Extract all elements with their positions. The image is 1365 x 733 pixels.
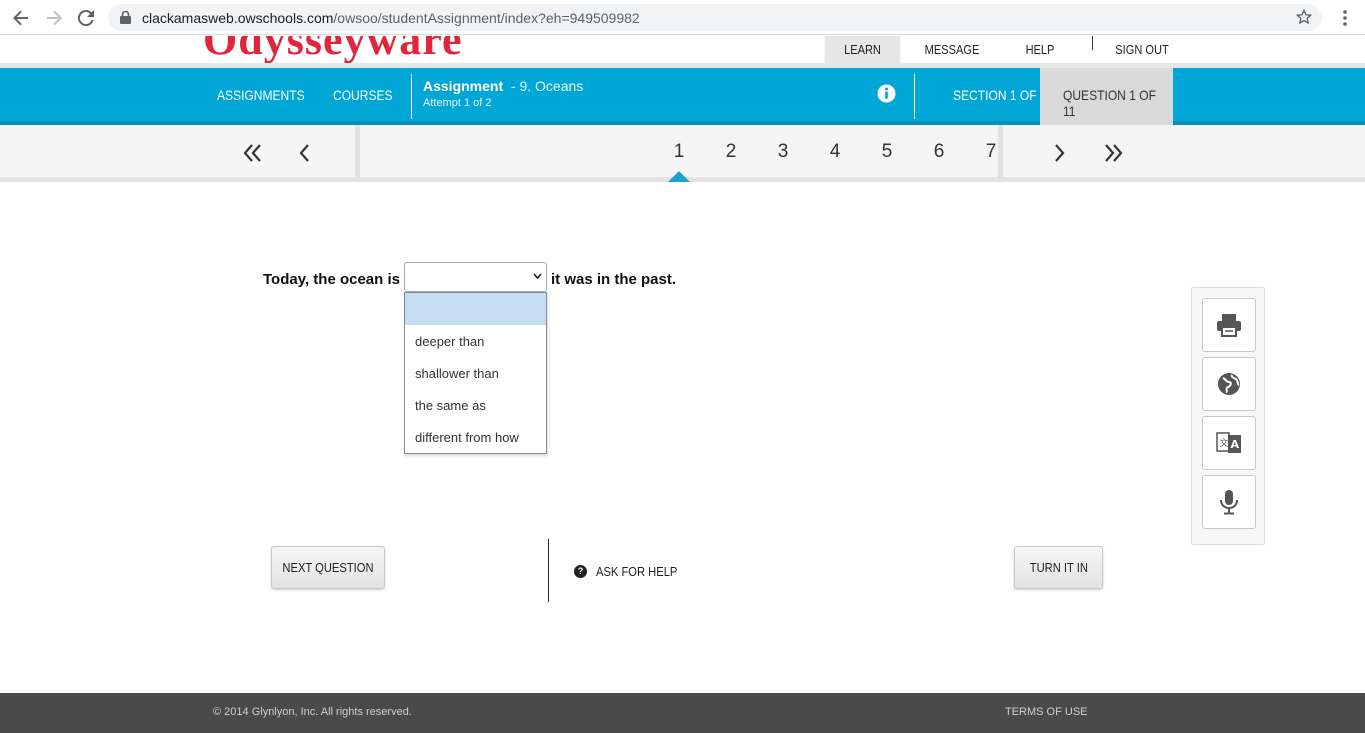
tools-panel: 文A (1191, 287, 1265, 545)
info-icon[interactable] (877, 84, 896, 108)
section-indicator: SECTION 1 OF 1 (953, 87, 1047, 103)
page-3[interactable]: 3 (768, 141, 798, 163)
globe-icon[interactable] (1202, 357, 1256, 411)
back-arrow-icon[interactable] (9, 6, 33, 30)
footer: © 2014 Glynlyon, Inc. All rights reserve… (0, 693, 1365, 733)
page-1[interactable]: 1 (664, 141, 694, 163)
turn-it-in-button[interactable]: TURN IT IN (1014, 546, 1103, 589)
page-2[interactable]: 2 (716, 141, 746, 163)
assignments-link[interactable]: ASSIGNMENTS (217, 87, 305, 103)
ask-for-help-label: ASK FOR HELP (596, 563, 678, 579)
nav-help[interactable]: HELP (1015, 36, 1066, 63)
browser-menu-icon[interactable] (1333, 6, 1357, 30)
question-circle-icon: ? (574, 564, 587, 578)
microphone-icon[interactable] (1202, 475, 1256, 529)
divider (411, 74, 412, 119)
forward-arrow-icon[interactable] (42, 6, 66, 30)
nav-learn[interactable]: LEARN (824, 36, 901, 63)
url-text: clackamasweb.owschools.com/owsoo/student… (142, 10, 640, 26)
option-shallower-than[interactable]: shallower than (405, 358, 546, 390)
nav-divider (1092, 36, 1093, 50)
courses-link[interactable]: COURSES (333, 87, 393, 103)
option-deeper-than[interactable]: deeper than (405, 326, 546, 358)
option-different-from-how[interactable]: different from how (405, 422, 546, 454)
answer-select[interactable] (404, 262, 547, 292)
first-page-icon[interactable] (243, 144, 263, 167)
nav-message[interactable]: MESSAGE (916, 36, 987, 63)
pager-divider (998, 125, 1003, 177)
terms-of-use-link[interactable]: TERMS OF USE (1005, 706, 1088, 718)
page-6[interactable]: 6 (924, 141, 954, 163)
last-page-icon[interactable] (1103, 144, 1123, 167)
reload-icon[interactable] (74, 6, 98, 30)
browser-toolbar: clackamasweb.owschools.com/owsoo/student… (0, 0, 1365, 35)
lock-icon (120, 10, 131, 29)
chevron-down-icon (533, 271, 542, 283)
svg-text:A: A (1231, 438, 1240, 451)
question-text-after: it was in the past. (551, 271, 677, 288)
option-blank[interactable] (405, 293, 546, 325)
current-page-caret (668, 171, 690, 182)
next-question-button[interactable]: NEXT QUESTION (271, 546, 385, 589)
copyright-text: © 2014 Glynlyon, Inc. All rights reserve… (213, 706, 412, 718)
bookmark-star-icon[interactable] (1295, 8, 1313, 30)
address-bar[interactable]: clackamasweb.owschools.com/owsoo/student… (108, 4, 1322, 31)
next-page-icon[interactable] (1054, 144, 1066, 167)
question-pager: 1 2 3 4 5 6 7 (0, 125, 1365, 182)
pager-divider (355, 125, 360, 177)
svg-text:文: 文 (1220, 437, 1229, 449)
question-text-before: Today, the ocean is (263, 271, 400, 288)
divider (548, 539, 549, 602)
option-the-same-as[interactable]: the same as (405, 390, 546, 422)
assignment-title: Assignment - 9. Oceans (423, 78, 584, 94)
translate-icon[interactable]: 文A (1202, 416, 1256, 470)
page-4[interactable]: 4 (820, 141, 850, 163)
divider (914, 74, 915, 119)
previous-page-icon[interactable] (298, 144, 310, 167)
site-header: Odysseyware LEARN MESSAGE HELP SIGN OUT (0, 36, 1365, 68)
question-indicator-box: QUESTION 1 OF 11 (1040, 68, 1173, 125)
nav-sign-out[interactable]: SIGN OUT (1111, 36, 1174, 63)
answer-dropdown-list: deeper than shallower than the same as d… (404, 292, 547, 454)
print-icon[interactable] (1202, 298, 1256, 352)
page-5[interactable]: 5 (872, 141, 902, 163)
assignment-bar: ASSIGNMENTS COURSES Assignment - 9. Ocea… (0, 68, 1365, 125)
ask-for-help-button[interactable]: ? ASK FOR HELP (574, 562, 691, 580)
attempt-count: Attempt 1 of 2 (423, 97, 492, 109)
odysseyware-logo[interactable]: Odysseyware (203, 36, 463, 63)
question-indicator: QUESTION 1 OF 11 (1063, 87, 1156, 119)
